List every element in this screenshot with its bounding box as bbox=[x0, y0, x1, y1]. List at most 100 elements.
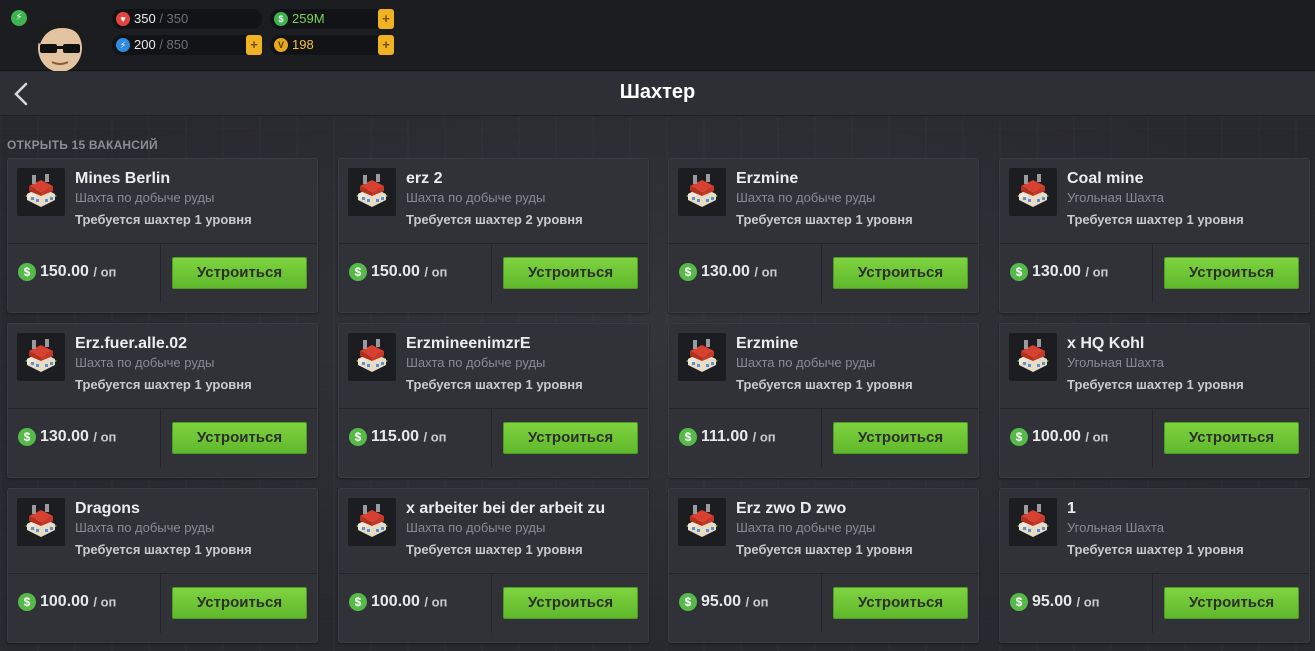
pay-unit: / оп bbox=[754, 264, 778, 280]
apply-button[interactable]: Устроиться bbox=[172, 587, 307, 619]
divider bbox=[339, 408, 648, 409]
job-card: Mines Berlin Шахта по добыче руды Требуе… bbox=[7, 158, 318, 313]
mine-building-icon bbox=[678, 498, 726, 546]
cash-stat: $ 259M + bbox=[270, 9, 394, 29]
mine-building-icon bbox=[348, 333, 396, 381]
divider bbox=[669, 243, 978, 244]
job-type: Шахта по добыче руды bbox=[75, 355, 215, 370]
apply-button[interactable]: Устроиться bbox=[503, 587, 638, 619]
job-card: Erz.fuer.alle.02 Шахта по добыче руды Тр… bbox=[7, 323, 318, 478]
job-name: x HQ Kohl bbox=[1067, 335, 1145, 352]
job-name: erz 2 bbox=[406, 170, 443, 187]
dollar-icon: $ bbox=[679, 593, 697, 611]
heart-icon: ♥ bbox=[116, 12, 130, 26]
pay-amount: 100.00 bbox=[40, 593, 89, 610]
job-name: ErzmineenimzrE bbox=[406, 335, 531, 352]
pay-unit: / оп bbox=[93, 594, 117, 610]
divider bbox=[160, 244, 161, 303]
divider bbox=[491, 574, 492, 633]
apply-button[interactable]: Устроиться bbox=[833, 587, 968, 619]
mine-building-icon bbox=[678, 168, 726, 216]
mine-building-icon bbox=[17, 333, 65, 381]
job-pay: $150.00 / оп bbox=[18, 263, 116, 283]
divider bbox=[491, 409, 492, 468]
mine-building-icon bbox=[348, 168, 396, 216]
pay-unit: / оп bbox=[1085, 264, 1109, 280]
job-type: Шахта по добыче руды bbox=[736, 190, 876, 205]
divider bbox=[1152, 244, 1153, 303]
top-status-bar: ⚡ ♥ 350 / 350 ⚡ 200 / 850 + $ 259M + V 1… bbox=[0, 0, 1315, 71]
pay-amount: 130.00 bbox=[40, 428, 89, 445]
job-requirement: Требуется шахтер 1 уровня bbox=[75, 542, 252, 557]
job-type: Шахта по добыче руды bbox=[406, 520, 546, 535]
pay-amount: 150.00 bbox=[371, 263, 420, 280]
divider bbox=[1000, 573, 1309, 574]
divider bbox=[8, 408, 317, 409]
pay-unit: / оп bbox=[93, 429, 117, 445]
page-header: Шахтер bbox=[0, 72, 1315, 116]
health-stat: ♥ 350 / 350 bbox=[112, 9, 262, 29]
job-type: Угольная Шахта bbox=[1067, 190, 1165, 205]
pay-amount: 115.00 bbox=[371, 428, 420, 445]
add-energy-button[interactable]: + bbox=[246, 35, 262, 55]
dollar-icon: $ bbox=[1010, 263, 1028, 281]
apply-button[interactable]: Устроиться bbox=[1164, 587, 1299, 619]
apply-button[interactable]: Устроиться bbox=[172, 422, 307, 454]
apply-button[interactable]: Устроиться bbox=[503, 257, 638, 289]
job-pay: $150.00 / оп bbox=[349, 263, 447, 283]
job-card: Erz zwo D zwo Шахта по добыче руды Требу… bbox=[668, 488, 979, 643]
divider bbox=[339, 243, 648, 244]
mine-building-icon bbox=[348, 498, 396, 546]
job-requirement: Требуется шахтер 1 уровня bbox=[1067, 542, 1244, 557]
divider bbox=[1152, 409, 1153, 468]
job-pay: $100.00 / оп bbox=[1010, 428, 1108, 448]
job-name: x arbeiter bei der arbeit zu bbox=[406, 500, 606, 517]
add-vip-button[interactable]: + bbox=[378, 35, 394, 55]
divider bbox=[160, 574, 161, 633]
divider bbox=[1152, 574, 1153, 633]
add-cash-button[interactable]: + bbox=[378, 9, 394, 29]
job-pay: $100.00 / оп bbox=[349, 593, 447, 613]
mine-building-icon bbox=[1009, 333, 1057, 381]
job-requirement: Требуется шахтер 1 уровня bbox=[406, 377, 583, 392]
job-requirement: Требуется шахтер 1 уровня bbox=[406, 542, 583, 557]
job-requirement: Требуется шахтер 1 уровня bbox=[75, 212, 252, 227]
job-name: 1 bbox=[1067, 500, 1076, 517]
divider bbox=[821, 574, 822, 633]
pay-unit: / оп bbox=[424, 264, 448, 280]
health-value: 350 bbox=[134, 11, 156, 26]
job-type: Шахта по добыче руды bbox=[406, 190, 546, 205]
avatar[interactable] bbox=[32, 18, 88, 71]
job-name: Erz zwo D zwo bbox=[736, 500, 847, 517]
apply-button[interactable]: Устроиться bbox=[172, 257, 307, 289]
dollar-icon: $ bbox=[18, 263, 36, 281]
divider bbox=[821, 244, 822, 303]
pay-amount: 100.00 bbox=[1032, 428, 1081, 445]
apply-button[interactable]: Устроиться bbox=[1164, 257, 1299, 289]
job-type: Угольная Шахта bbox=[1067, 355, 1165, 370]
job-card: ErzmineenimzrE Шахта по добыче руды Треб… bbox=[338, 323, 649, 478]
apply-button[interactable]: Устроиться bbox=[503, 422, 638, 454]
dollar-icon: $ bbox=[1010, 428, 1028, 446]
job-type: Шахта по добыче руды bbox=[406, 355, 546, 370]
energy-stat: ⚡ 200 / 850 + bbox=[112, 35, 262, 55]
pay-amount: 95.00 bbox=[701, 593, 742, 610]
apply-button[interactable]: Устроиться bbox=[833, 422, 968, 454]
apply-button[interactable]: Устроиться bbox=[833, 257, 968, 289]
job-name: Coal mine bbox=[1067, 170, 1144, 187]
dollar-icon: $ bbox=[18, 428, 36, 446]
apply-button[interactable]: Устроиться bbox=[1164, 422, 1299, 454]
job-requirement: Требуется шахтер 1 уровня bbox=[736, 377, 913, 392]
job-type: Шахта по добыче руды bbox=[75, 520, 215, 535]
job-name: Erzmine bbox=[736, 335, 799, 352]
job-list: ОТКРЫТЬ 15 ВАКАНСИЙ Mines Berlin Шахта п… bbox=[0, 117, 1315, 651]
job-requirement: Требуется шахтер 1 уровня bbox=[1067, 212, 1244, 227]
vip-value: 198 bbox=[292, 37, 314, 52]
dollar-icon: $ bbox=[349, 263, 367, 281]
job-requirement: Требуется шахтер 2 уровня bbox=[406, 212, 583, 227]
pay-amount: 130.00 bbox=[701, 263, 750, 280]
cash-value: 259M bbox=[292, 11, 325, 26]
job-pay: $115.00 / оп bbox=[349, 428, 447, 448]
energy-max: / 850 bbox=[159, 37, 189, 52]
divider bbox=[669, 573, 978, 574]
